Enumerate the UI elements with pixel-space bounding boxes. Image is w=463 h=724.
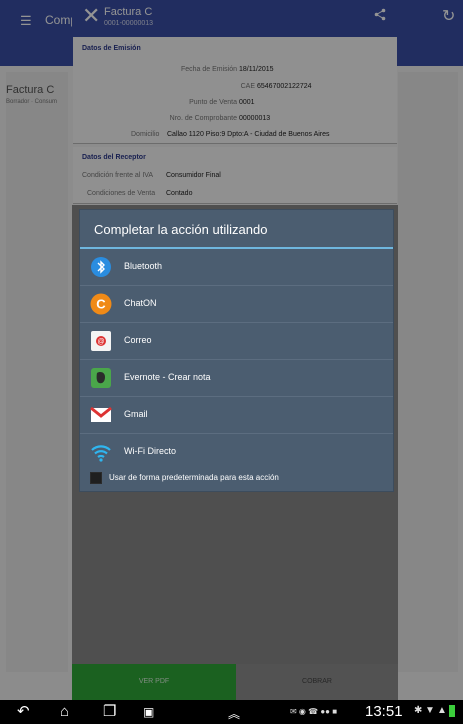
back-icon[interactable]: ↶ — [17, 704, 30, 720]
battery-icon — [449, 705, 455, 717]
wifi-direct-icon — [90, 441, 112, 463]
chooser-item-wifi-direct[interactable]: Wi-Fi Directo — [80, 434, 393, 471]
chaton-icon: C — [90, 293, 112, 315]
chooser-item-bluetooth[interactable]: Bluetooth — [80, 249, 393, 286]
evernote-icon — [90, 367, 112, 389]
signal-icon: ▲ — [437, 705, 447, 716]
chooser-item-label: Correo — [124, 335, 152, 345]
chooser-item-chaton[interactable]: C ChatON — [80, 286, 393, 323]
notification-icons: ✉ ◉ ☎ ●● ■ — [290, 707, 338, 716]
svg-text:C: C — [96, 297, 106, 312]
home-icon[interactable]: ⌂ — [60, 704, 69, 720]
email-icon: @ — [90, 330, 112, 352]
chooser-item-evernote[interactable]: Evernote - Crear nota — [80, 360, 393, 397]
bluetooth-status-icon: ✱ — [414, 705, 423, 716]
chooser-item-label: Evernote - Crear nota — [124, 372, 211, 382]
svg-text:@: @ — [97, 339, 104, 346]
default-action-label: Usar de forma predeterminada para esta a… — [109, 473, 279, 482]
chooser-item-gmail[interactable]: Gmail — [80, 397, 393, 434]
chooser-title: Completar la acción utilizando — [94, 222, 268, 237]
recent-apps-icon[interactable]: ❐ — [103, 704, 116, 720]
chooser-item-correo[interactable]: @ Correo — [80, 323, 393, 360]
chevron-up-icon[interactable]: ︽ — [228, 706, 240, 722]
chooser-item-label: ChatON — [124, 298, 157, 308]
gmail-icon — [90, 404, 112, 426]
status-clock: 13:51 — [365, 703, 403, 720]
chooser-item-label: Gmail — [124, 409, 148, 419]
chooser-item-label: Bluetooth — [124, 261, 163, 271]
chooser-item-label: Wi-Fi Directo — [124, 446, 176, 456]
default-action-checkbox[interactable] — [90, 472, 102, 484]
system-navigation-bar: ↶ ⌂ ❐ ▣ ︽ ✉ ◉ ☎ ●● ■ 13:51 ✱ ▼ ▲ — [0, 700, 463, 724]
screenshot-icon[interactable]: ▣ — [143, 704, 154, 720]
bluetooth-icon — [90, 256, 112, 278]
wifi-status-icon: ▼ — [425, 705, 435, 716]
share-chooser-dialog: Completar la acción utilizando Bluetooth… — [79, 209, 394, 492]
